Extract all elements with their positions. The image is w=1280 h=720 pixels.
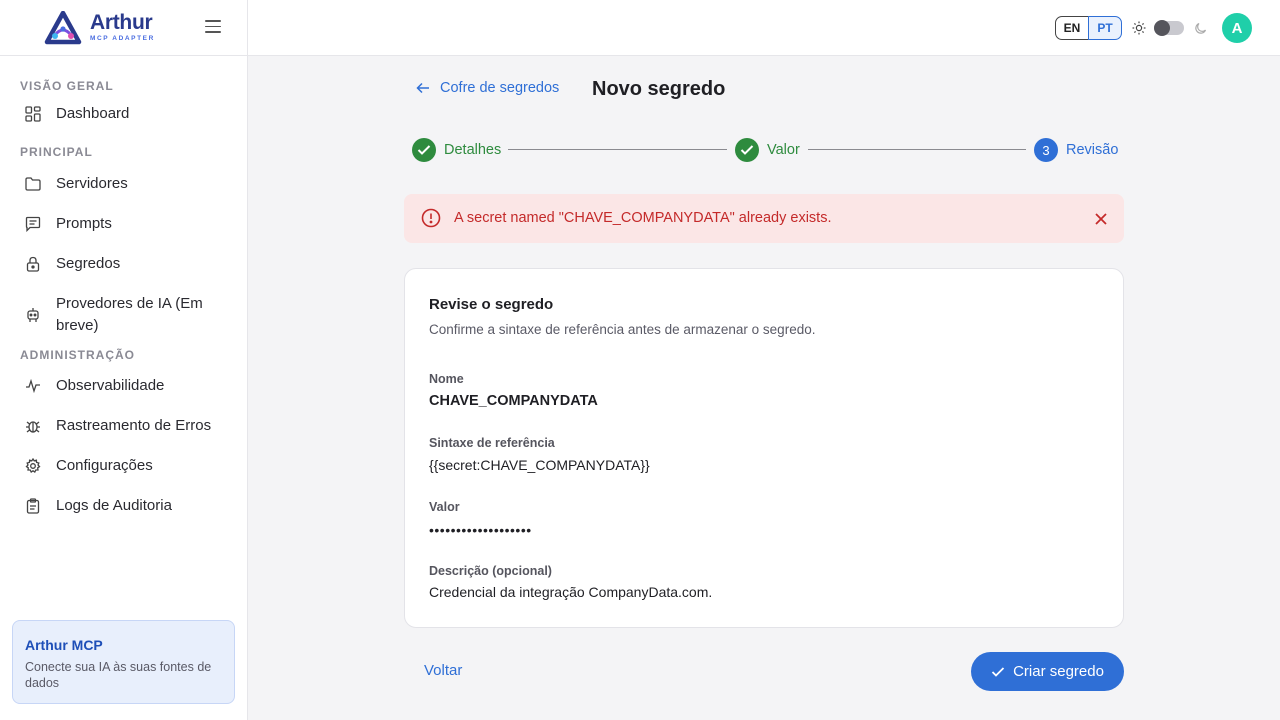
field-value-description: Credencial da integração CompanyData.com… [429, 584, 713, 600]
section-title-principal: PRINCIPAL [20, 145, 93, 159]
sidebar-item-label: Provedores de IA (Em breve) [56, 295, 203, 334]
theme-toggle[interactable] [1154, 20, 1184, 36]
sidebar-item-provedores-ia[interactable]: Provedores de IA (Em breve) [0, 284, 247, 346]
language-pt-button[interactable]: PT [1088, 16, 1122, 40]
brand-name: Arthur [90, 11, 153, 34]
section-title-overview: VISÃO GERAL [20, 79, 114, 93]
sidebar-item-label: Observabilidade [56, 377, 165, 394]
back-to-vault-link[interactable]: Cofre de segredos [416, 80, 559, 96]
top-bar: EN PT A [248, 0, 1280, 56]
step-connector [508, 149, 727, 150]
sidebar-item-label: Segredos [56, 255, 121, 272]
field-value-name: CHAVE_COMPANYDATA [429, 393, 598, 409]
sidebar-nav: VISÃO GERAL Dashboard PRINCIPAL Servidor… [0, 56, 247, 526]
sidebar-item-label: Dashboard [56, 105, 130, 122]
review-title: Revise o segredo [429, 296, 554, 313]
step-details: Detalhes [412, 138, 501, 162]
lock-icon [24, 255, 42, 273]
sidebar-item-label: Prompts [56, 215, 112, 232]
sidebar: Arthur MCP ADAPTER VISÃO GERAL Dashboard… [0, 0, 248, 720]
dashboard-grid-icon [24, 105, 42, 123]
brand-subtitle: MCP ADAPTER [90, 35, 155, 42]
sidebar-item-label: Logs de Auditoria [56, 497, 172, 514]
sidebar-item-dashboard[interactable]: Dashboard [0, 94, 247, 134]
create-secret-button[interactable]: Criar segredo [971, 652, 1124, 691]
moon-icon [1195, 22, 1207, 34]
bug-icon [24, 417, 42, 435]
user-avatar[interactable]: A [1222, 13, 1252, 43]
language-switcher: EN PT [1055, 16, 1122, 40]
sun-icon [1132, 21, 1146, 35]
section-title-admin: ADMINISTRAÇÃO [20, 348, 135, 362]
sidebar-item-configuracoes[interactable]: Configurações [0, 446, 247, 486]
sidebar-item-label: Servidores [56, 175, 128, 192]
breadcrumb: Cofre de segredos [416, 80, 559, 96]
theme-toggle-knob [1154, 20, 1170, 36]
alert-circle-icon [421, 208, 441, 228]
review-card: Revise o segredo Confirme a sintaxe de r… [404, 268, 1124, 628]
step-label: Revisão [1066, 142, 1119, 158]
alert-message: A secret named "CHAVE_COMPANYDATA" alrea… [454, 210, 832, 226]
step-done-check-icon [412, 138, 436, 162]
back-button[interactable]: Voltar [424, 662, 462, 679]
step-label: Detalhes [444, 142, 502, 158]
brand-header: Arthur MCP ADAPTER [0, 0, 247, 56]
step-done-check-icon [735, 138, 759, 162]
field-label-name: Nome [429, 372, 464, 386]
step-number: 3 [1034, 138, 1058, 162]
wizard-stepper: Detalhes Valor 3 Revisão [412, 138, 1118, 162]
sidebar-item-label: Rastreamento de Erros [56, 417, 212, 434]
message-square-icon [24, 215, 42, 233]
field-label-reference: Sintaxe de referência [429, 436, 555, 450]
folder-icon [24, 175, 42, 193]
sidebar-item-label: Configurações [56, 457, 153, 474]
promo-title: Arthur MCP [25, 637, 103, 653]
robot-icon [24, 306, 42, 324]
sidebar-item-segredos[interactable]: Segredos [0, 244, 247, 284]
create-secret-label: Criar segredo [1013, 663, 1104, 680]
page-title: Novo segredo [592, 78, 726, 100]
promo-card: Arthur MCP Conecte sua IA às suas fontes… [12, 620, 235, 704]
step-connector [808, 149, 1026, 150]
sidebar-item-logs-auditoria[interactable]: Logs de Auditoria [0, 486, 247, 526]
back-link-label: Cofre de segredos [440, 80, 560, 96]
check-icon [991, 666, 1005, 677]
menu-hamburger-icon[interactable] [205, 20, 221, 34]
field-label-value: Valor [429, 500, 460, 514]
close-icon[interactable] [1094, 212, 1108, 226]
sidebar-item-prompts[interactable]: Prompts [0, 204, 247, 244]
activity-pulse-icon [24, 377, 42, 395]
step-label: Valor [767, 142, 800, 158]
gear-icon [24, 457, 42, 475]
field-value-masked: ••••••••••••••••••• [429, 522, 532, 538]
sidebar-item-observabilidade[interactable]: Observabilidade [0, 366, 247, 406]
clipboard-icon [24, 497, 42, 515]
language-en-button[interactable]: EN [1055, 16, 1089, 40]
arthur-logo-icon [44, 10, 82, 44]
sidebar-item-rastreamento-erros[interactable]: Rastreamento de Erros [0, 406, 247, 446]
step-value: Valor [735, 138, 800, 162]
promo-text: Conecte sua IA às suas fontes de dados [25, 660, 212, 690]
sidebar-item-servidores[interactable]: Servidores [0, 164, 247, 204]
review-subtitle: Confirme a sintaxe de referência antes d… [429, 322, 816, 337]
error-alert: A secret named "CHAVE_COMPANYDATA" alrea… [404, 194, 1124, 243]
field-value-reference: {{secret:CHAVE_COMPANYDATA}} [429, 457, 650, 473]
field-label-description: Descrição (opcional) [429, 564, 552, 578]
arrow-left-icon [416, 82, 429, 94]
step-review: 3 Revisão [1034, 138, 1118, 162]
